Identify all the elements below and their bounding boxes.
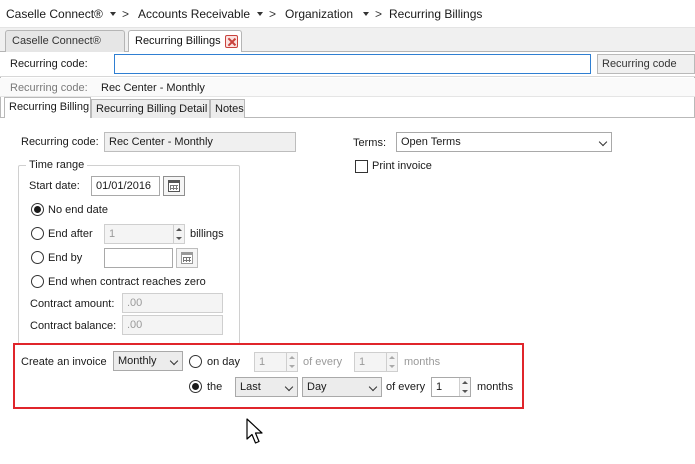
no-end-date-radio[interactable] [31, 203, 44, 216]
invoice-frequency-dropdown[interactable]: Monthly [113, 351, 183, 371]
start-date-field[interactable]: 01/01/2016 [91, 176, 160, 196]
stepper-arrows-icon[interactable] [386, 353, 397, 371]
tab-notes[interactable]: Notes [210, 99, 245, 118]
tab-recurring-billing[interactable]: Recurring Billing [4, 97, 91, 118]
breadcrumb-item-accounts-receivable[interactable]: Accounts Receivable [138, 7, 250, 21]
recurring-code-label: Recurring code: [21, 136, 99, 148]
tab-label: Recurring Billing [9, 101, 90, 113]
on-day-label: on day [207, 356, 241, 368]
end-contract-zero-radio[interactable] [31, 275, 44, 288]
the-months-stepper[interactable]: 1 [431, 377, 471, 397]
terms-label: Terms: [353, 137, 386, 149]
contract-balance-label: Contract balance: [30, 320, 117, 332]
ordinal-dropdown[interactable]: Last [235, 377, 298, 397]
the-radio[interactable] [189, 380, 202, 393]
contract-amount-label: Contract amount: [30, 298, 115, 310]
end-by-calendar-button[interactable] [176, 248, 198, 268]
chevron-down-icon[interactable] [110, 12, 116, 16]
chevron-down-icon[interactable] [257, 12, 263, 16]
on-day-months-value: 1 [359, 356, 366, 368]
current-record-value: Rec Center - Monthly [101, 82, 205, 94]
end-after-label: End after [48, 228, 93, 240]
start-date-calendar-button[interactable] [163, 176, 185, 196]
no-end-date-label: No end date [48, 204, 108, 216]
search-label: Recurring code: [10, 58, 88, 70]
print-invoice-label: Print invoice [372, 160, 432, 172]
chevron-down-icon [598, 137, 608, 147]
of-every-label: of every [386, 381, 426, 393]
end-after-stepper[interactable]: 1 [104, 224, 185, 244]
on-day-value: 1 [259, 356, 266, 368]
terms-value: Open Terms [401, 136, 461, 148]
tab-label: Notes [215, 103, 244, 115]
mouse-cursor-icon [246, 418, 263, 444]
chevron-down-icon [368, 382, 378, 392]
breadcrumb-separator: > [122, 7, 130, 21]
breadcrumb-separator: > [269, 7, 277, 21]
the-label: the [207, 381, 223, 393]
stepper-arrows-icon[interactable] [459, 378, 470, 396]
stepper-arrows-icon[interactable] [286, 353, 297, 371]
months-label: months [404, 356, 441, 368]
day-type-value: Day [307, 381, 327, 393]
terms-dropdown[interactable]: Open Terms [396, 132, 612, 152]
invoice-frequency-value: Monthly [118, 355, 157, 367]
tab-label: Recurring Billing Detail [96, 103, 208, 115]
billings-label: billings [190, 228, 224, 240]
end-after-radio[interactable] [31, 227, 44, 240]
on-day-stepper[interactable]: 1 [254, 352, 298, 372]
close-icon[interactable] [225, 35, 238, 48]
start-date-label: Start date: [29, 180, 80, 192]
on-day-months-stepper[interactable]: 1 [354, 352, 398, 372]
day-type-dropdown[interactable]: Day [302, 377, 382, 397]
calendar-icon [181, 252, 193, 264]
chevron-down-icon [284, 382, 294, 392]
calendar-icon [168, 180, 180, 192]
tab-caselle-connect[interactable]: Caselle Connect® [5, 30, 125, 52]
tab-recurring-billing-detail[interactable]: Recurring Billing Detail [91, 99, 210, 118]
search-type-selector[interactable]: Recurring code [597, 54, 695, 74]
contract-amount-field[interactable]: .00 [122, 293, 223, 313]
breadcrumb-item-recurring-billings[interactable]: Recurring Billings [389, 7, 482, 21]
end-after-value: 1 [109, 228, 116, 240]
chevron-down-icon[interactable] [363, 12, 369, 16]
months-label: months [477, 381, 514, 393]
end-by-radio[interactable] [31, 251, 44, 264]
stepper-arrows-icon[interactable] [173, 225, 184, 243]
the-months-value: 1 [436, 381, 443, 393]
tab-label: Caselle Connect® [12, 35, 101, 47]
create-invoice-label: Create an invoice [21, 356, 107, 368]
breadcrumb-separator: > [375, 7, 383, 21]
chevron-down-icon [169, 356, 179, 366]
current-record-label: Recurring code: [10, 82, 88, 94]
breadcrumb: Caselle Connect® > Accounts Receivable >… [0, 0, 695, 28]
breadcrumb-item-organization[interactable]: Organization [285, 7, 353, 21]
recurring-code-field[interactable]: Rec Center - Monthly [104, 132, 296, 152]
end-by-label: End by [48, 252, 83, 264]
time-range-title: Time range [26, 159, 88, 171]
tab-label: Recurring Billings [135, 35, 221, 47]
end-contract-zero-label: End when contract reaches zero [48, 276, 206, 288]
of-every-label: of every [303, 356, 343, 368]
print-invoice-checkbox[interactable] [355, 160, 368, 173]
search-type-label: Recurring code [602, 58, 677, 70]
contract-balance-field[interactable]: .00 [122, 315, 223, 335]
recurring-code-search-input[interactable] [114, 54, 591, 74]
end-by-date-field[interactable] [104, 248, 173, 268]
on-day-radio[interactable] [189, 355, 202, 368]
breadcrumb-item-caselle-connect[interactable]: Caselle Connect® [6, 7, 103, 21]
ordinal-value: Last [240, 381, 261, 393]
